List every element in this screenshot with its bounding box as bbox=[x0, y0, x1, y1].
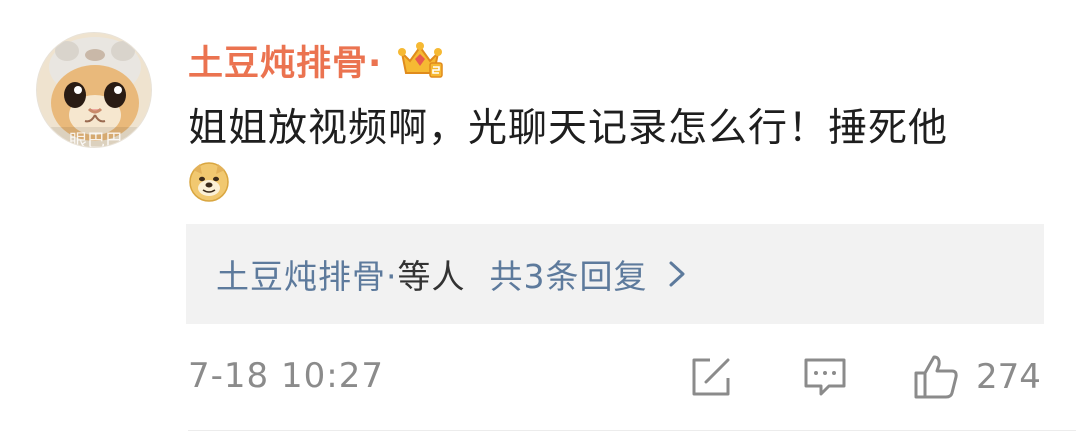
divider bbox=[188, 430, 1076, 431]
replies-preview[interactable]: 土豆炖排骨· 等人 共3条回复 bbox=[186, 224, 1044, 324]
avatar[interactable]: 眼巴巴 bbox=[36, 32, 152, 148]
reply-count-link[interactable]: 共3条回复 bbox=[490, 250, 648, 298]
share-icon[interactable] bbox=[688, 354, 734, 400]
username[interactable]: 土豆炖排骨· bbox=[188, 35, 382, 86]
like-icon[interactable] bbox=[912, 353, 960, 401]
like-button[interactable]: 274 bbox=[912, 352, 1041, 402]
username-row: 土豆炖排骨· bbox=[188, 34, 444, 86]
chevron-right-icon[interactable] bbox=[668, 260, 686, 288]
doge-emoji-icon bbox=[189, 162, 229, 202]
comment-meta-row: 7-18 10:27 274 bbox=[188, 350, 1044, 406]
comment-timestamp: 7-18 10:27 bbox=[188, 356, 384, 396]
comment-text: 姐姐放视频啊，光聊天记录怎么行！捶死他 bbox=[188, 106, 949, 151]
vip-crown-badge-icon[interactable] bbox=[396, 39, 444, 81]
avatar-watermark: 眼巴巴 bbox=[69, 131, 123, 148]
reply-users-link[interactable]: 土豆炖排骨· bbox=[216, 250, 398, 298]
reply-users-suffix: 等人 bbox=[397, 257, 466, 296]
comment-icon[interactable] bbox=[802, 354, 848, 400]
comment-item: 眼巴巴 土豆炖排骨· 姐姐放视频啊，光聊天记录怎么行！捶死他 土豆炖排骨· 等人… bbox=[0, 0, 1076, 440]
like-count: 274 bbox=[976, 357, 1041, 397]
